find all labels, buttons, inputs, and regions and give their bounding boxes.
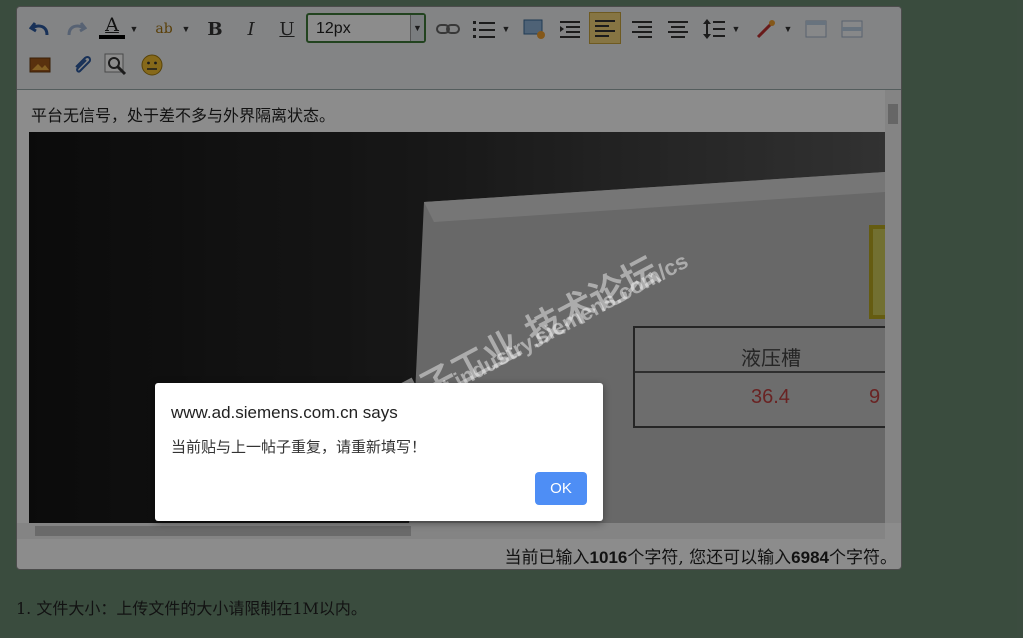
modal-overlay	[0, 0, 1023, 638]
dialog-message: 当前贴与上一帖子重复，请重新填写！	[171, 439, 427, 456]
dialog-title: www.ad.siemens.com.cn says	[171, 403, 398, 422]
ok-button[interactable]: OK	[535, 472, 587, 505]
alert-dialog: www.ad.siemens.com.cn says 当前贴与上一帖子重复，请重…	[155, 383, 603, 521]
